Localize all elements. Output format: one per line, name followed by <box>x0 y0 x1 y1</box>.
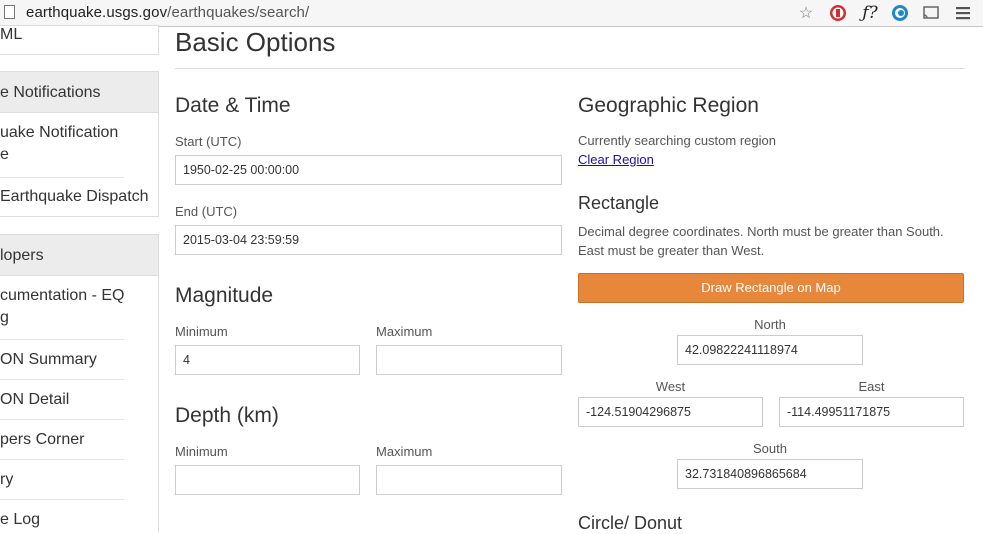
north-label: North <box>754 317 786 332</box>
datetime-heading: Date & Time <box>175 94 291 117</box>
sidebar-item-documentation-cont[interactable]: g <box>0 307 159 329</box>
magnitude-heading: Magnitude <box>175 284 274 307</box>
title-divider <box>175 68 965 69</box>
depth-max-label: Maximum <box>376 444 433 459</box>
main-content: Basic Options Date & Time Start (UTC) 19… <box>159 27 983 533</box>
magnitude-min-label: Minimum <box>175 324 228 339</box>
sidebar-item-developers-corner[interactable]: pers Corner <box>0 429 159 451</box>
sidebar-item-notification[interactable]: uake Notification <box>0 122 159 144</box>
west-input[interactable]: -124.51904296875 <box>578 397 763 427</box>
sidebar-divider <box>0 216 159 217</box>
depth-min-input[interactable] <box>175 465 360 495</box>
page-icon <box>4 5 15 19</box>
north-input[interactable]: 42.09822241118974 <box>677 335 863 365</box>
browser-toolbar: earthquake.usgs.gov/earthquakes/search/ … <box>0 0 983 27</box>
address-bar[interactable]: earthquake.usgs.gov/earthquakes/search/ <box>26 4 309 21</box>
sidebar-item-json-summary[interactable]: ON Summary <box>0 349 159 371</box>
east-input[interactable]: -114.49951171875 <box>779 397 964 427</box>
rectangle-help-1: Decimal degree coordinates. North must b… <box>578 224 944 239</box>
magnitude-min-input[interactable]: 4 <box>175 345 360 375</box>
south-input[interactable]: 32.731840896865684 <box>677 459 863 489</box>
rectangle-heading: Rectangle <box>578 193 660 213</box>
sidebar-divider <box>0 339 124 340</box>
sidebar-divider <box>0 177 124 178</box>
bookmark-star-icon[interactable]: ☆ <box>795 2 817 24</box>
sidebar-item-notification-cont[interactable]: e <box>0 144 159 166</box>
depth-min-label: Minimum <box>175 444 228 459</box>
end-label: End (UTC) <box>175 204 238 219</box>
rectangle-help-2: East must be greater than West. <box>578 243 765 258</box>
sidebar-section-developers: lopers <box>0 234 159 276</box>
sidebar-divider <box>0 419 124 420</box>
magnitude-max-label: Maximum <box>376 324 433 339</box>
sidebar-item-glossary[interactable]: ry <box>0 469 159 491</box>
geo-status: Currently searching custom region <box>578 133 776 148</box>
sidebar-divider <box>0 459 124 460</box>
cast-icon[interactable] <box>920 2 942 24</box>
circle-donut-heading: Circle/ Donut <box>578 513 683 533</box>
sidebar-divider <box>0 499 124 500</box>
sidebar-item-json-detail[interactable]: ON Detail <box>0 389 159 411</box>
function-extension-icon[interactable]: ƒ? <box>859 2 881 24</box>
stop-extension-icon[interactable] <box>827 2 849 24</box>
end-time-input[interactable]: 2015-03-04 23:59:59 <box>175 225 562 255</box>
draw-rectangle-button[interactable]: Draw Rectangle on Map <box>578 273 964 303</box>
url-domain: earthquake.usgs.gov <box>26 4 168 21</box>
east-label: East <box>858 379 885 394</box>
sidebar-divider <box>0 379 124 380</box>
start-label: Start (UTC) <box>175 134 242 149</box>
sidebar-item-change-log[interactable]: e Log <box>0 509 159 531</box>
depth-max-input[interactable] <box>376 465 562 495</box>
west-label: West <box>655 379 686 394</box>
depth-heading: Depth (km) <box>175 404 279 427</box>
sidebar-section-notifications: e Notifications <box>0 71 159 113</box>
magnitude-max-input[interactable] <box>376 345 562 375</box>
extension-circle-icon[interactable] <box>889 2 911 24</box>
page-title: Basic Options <box>175 27 336 57</box>
start-time-input[interactable]: 1950-02-25 00:00:00 <box>175 155 562 185</box>
geo-heading: Geographic Region <box>578 94 759 117</box>
sidebar-item-documentation[interactable]: cumentation - EQ <box>0 285 159 307</box>
sidebar-item-ml[interactable]: ML <box>0 24 159 46</box>
sidebar: ML e Notifications uake Notification e E… <box>0 24 159 532</box>
south-label: South <box>753 441 787 456</box>
clear-region-link[interactable]: Clear Region <box>578 152 654 167</box>
sidebar-item-dispatch[interactable]: Earthquake Dispatch <box>0 186 159 208</box>
menu-hamburger-icon[interactable] <box>952 2 974 24</box>
url-path: /earthquakes/search/ <box>167 4 310 21</box>
